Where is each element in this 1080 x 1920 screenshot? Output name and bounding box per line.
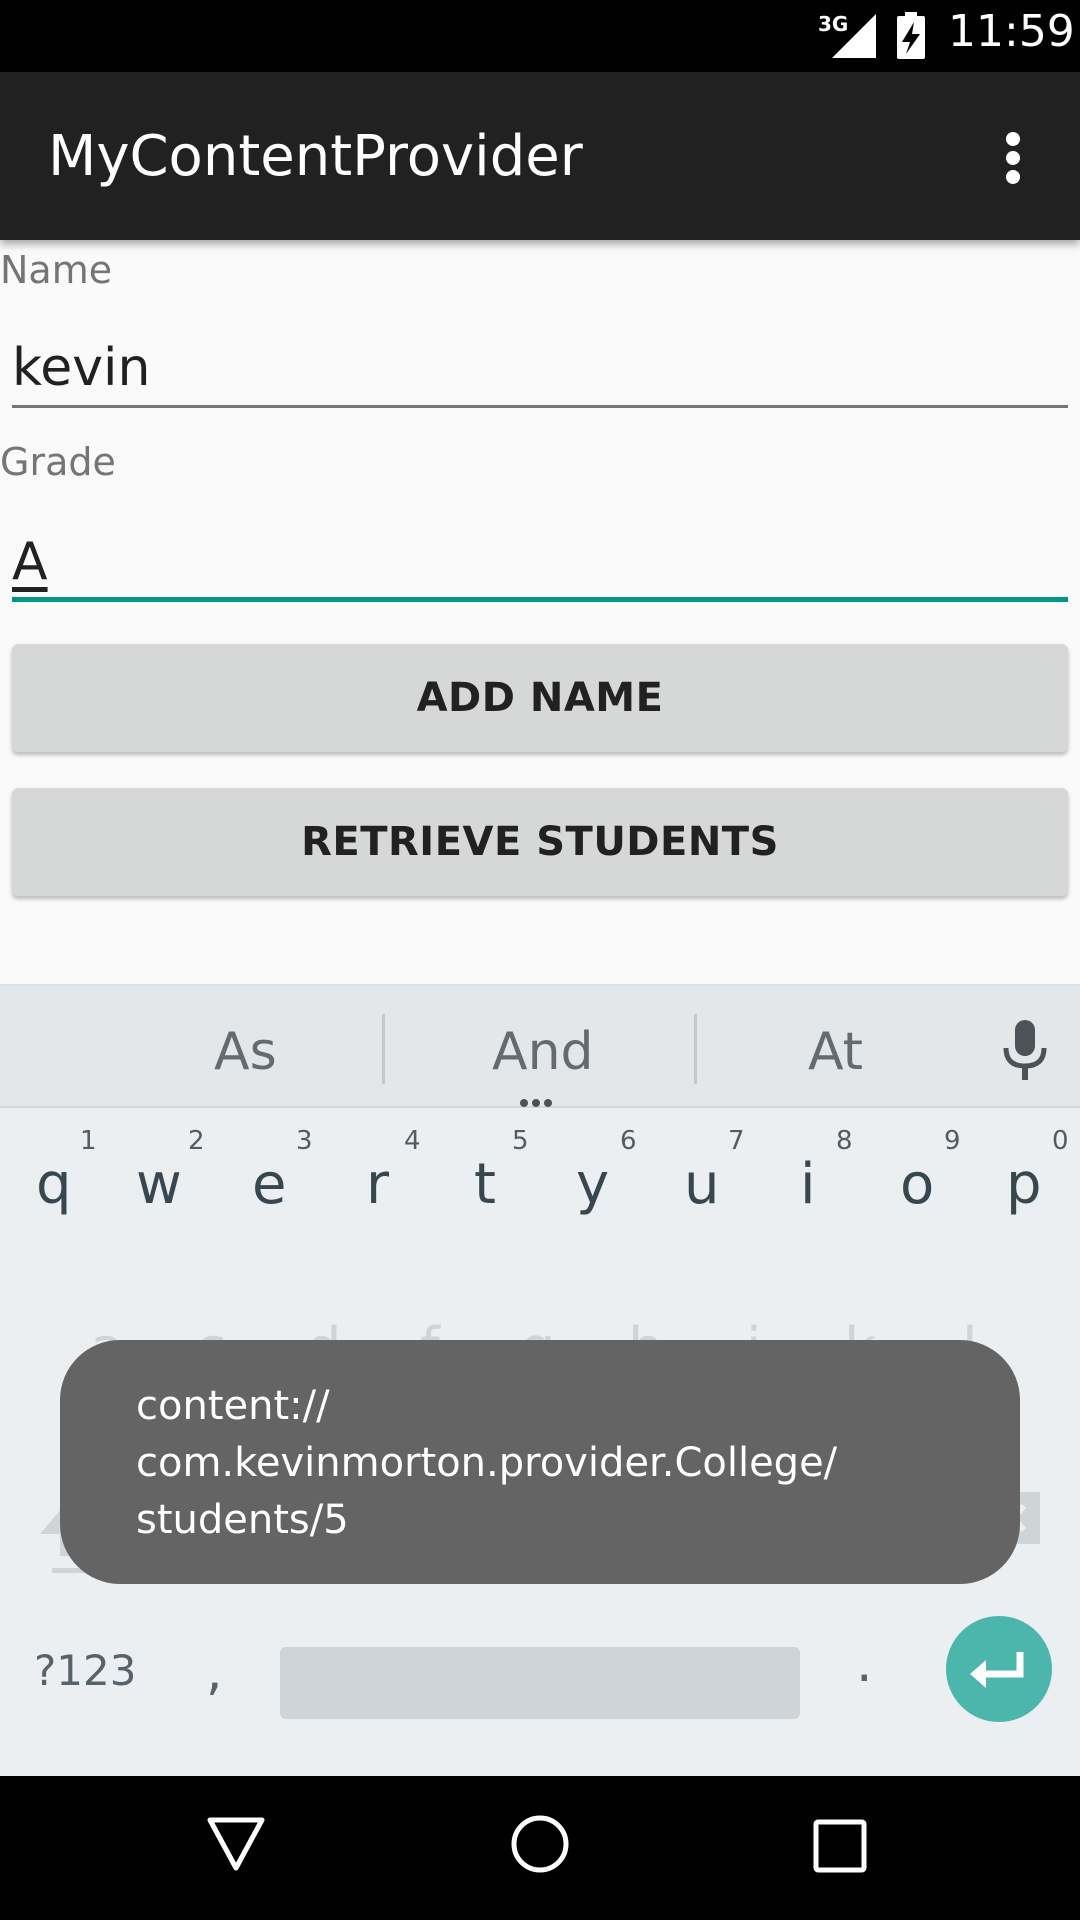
suggestion-divider	[382, 1014, 385, 1084]
grade-underline	[12, 597, 1068, 602]
key-p[interactable]: p	[1006, 1152, 1042, 1217]
key-hint: 9	[944, 1126, 961, 1156]
key-w[interactable]: w	[136, 1152, 182, 1217]
toast-message: content:// com.kevinmorton.provider.Coll…	[60, 1340, 1020, 1584]
key-hint: 2	[188, 1126, 205, 1156]
key-y[interactable]: y	[576, 1152, 609, 1217]
key-hint: 0	[1052, 1126, 1069, 1156]
recents-icon[interactable]	[812, 1818, 868, 1874]
suggestion-divider	[694, 1014, 697, 1084]
grade-field[interactable]: A	[12, 522, 1068, 602]
key-hint: 7	[728, 1126, 745, 1156]
key-t[interactable]: t	[474, 1152, 496, 1217]
navigation-bar	[0, 1776, 1080, 1920]
status-bar: 3G 11:59	[0, 0, 1080, 72]
key-hint: 3	[296, 1126, 313, 1156]
enter-icon	[970, 1652, 1024, 1688]
app-title: MyContentProvider	[48, 124, 583, 189]
key-i[interactable]: i	[800, 1152, 816, 1217]
name-underline	[12, 405, 1068, 408]
suggestion-1[interactable]: As	[214, 1022, 277, 1082]
add-name-button[interactable]: ADD NAME	[12, 644, 1068, 752]
key-o[interactable]: o	[900, 1152, 934, 1217]
symbols-key[interactable]: ?123	[34, 1646, 136, 1695]
space-key[interactable]	[280, 1647, 800, 1719]
suggestion-2[interactable]: And	[492, 1022, 594, 1082]
toast-line: com.kevinmorton.provider.College/	[136, 1440, 838, 1486]
suggestion-3[interactable]: At	[808, 1022, 863, 1082]
retrieve-students-button[interactable]: RETRIEVE STUDENTS	[12, 788, 1068, 896]
name-label: Name	[0, 248, 113, 292]
clock: 11:59	[948, 6, 1075, 57]
grade-label: Grade	[0, 440, 116, 484]
more-suggestions-icon[interactable]	[518, 1092, 554, 1111]
app-bar: MyContentProvider	[0, 72, 1080, 240]
period-key[interactable]: .	[856, 1634, 873, 1694]
enter-key[interactable]	[946, 1616, 1052, 1722]
microphone-icon[interactable]	[998, 1020, 1052, 1082]
name-field[interactable]: kevin	[12, 328, 1068, 408]
key-u[interactable]: u	[684, 1152, 720, 1217]
toast-line: content://	[136, 1383, 330, 1429]
key-q[interactable]: q	[36, 1152, 72, 1217]
overflow-menu-icon[interactable]	[996, 130, 1032, 186]
key-hint: 1	[80, 1126, 97, 1156]
key-hint: 8	[836, 1126, 853, 1156]
suggestion-strip: As And At	[0, 986, 1080, 1108]
name-value: kevin	[12, 338, 151, 398]
comma-key[interactable]: ,	[206, 1642, 223, 1702]
toast-line: students/5	[136, 1497, 349, 1543]
key-hint: 5	[512, 1126, 529, 1156]
key-e[interactable]: e	[252, 1152, 286, 1217]
key-hint: 6	[620, 1126, 637, 1156]
home-icon[interactable]	[510, 1814, 570, 1874]
back-icon[interactable]	[206, 1816, 266, 1872]
signal-icon	[832, 14, 876, 58]
battery-charging-icon	[897, 12, 925, 59]
key-hint: 4	[404, 1126, 421, 1156]
grade-value: A	[12, 532, 48, 592]
key-r[interactable]: r	[366, 1152, 389, 1217]
